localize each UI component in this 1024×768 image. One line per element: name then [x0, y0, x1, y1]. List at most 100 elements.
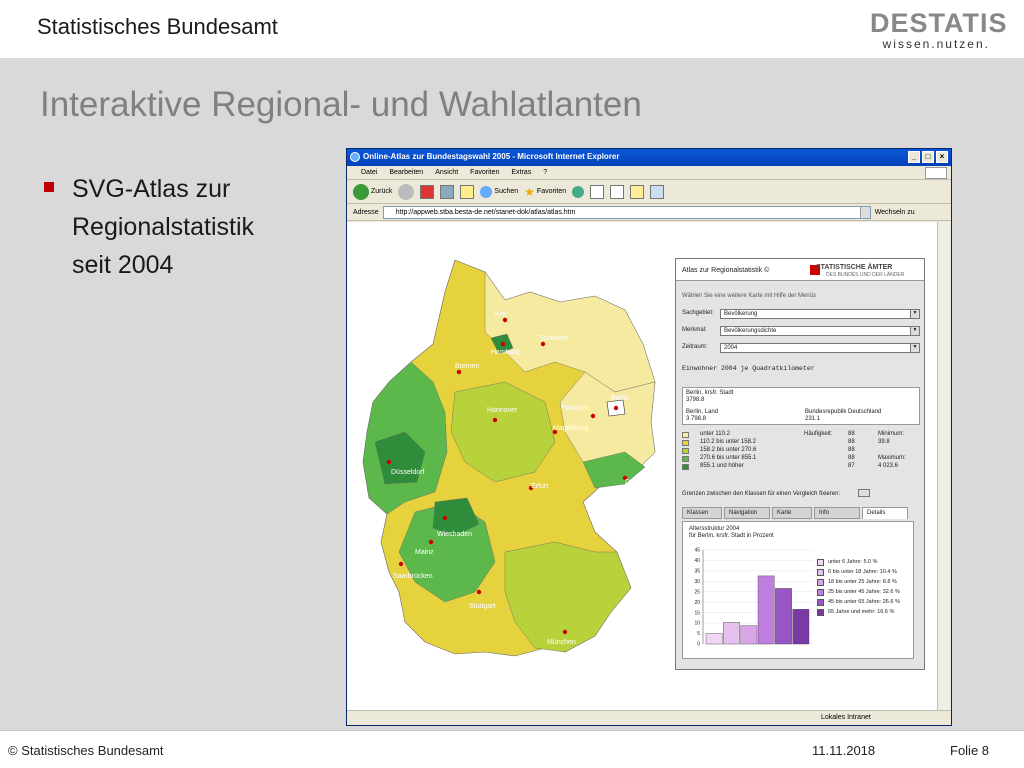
city-label: Mainz — [415, 549, 434, 556]
status-bar: Lokales Intranet — [347, 710, 951, 725]
city-label: Berlin — [611, 395, 629, 402]
age-legend-row: 45 bis unter 65 Jahre: 26.6 % — [817, 598, 911, 608]
menu-datei[interactable]: Datei — [361, 169, 377, 179]
destatis-logo: DESTATIS wissen.nutzen. — [870, 8, 1007, 52]
bullet-line: Regionalstatistik — [72, 213, 255, 241]
menu-hint: Wählen Sie eine weitere Karte mit Hilfe … — [682, 293, 817, 299]
legend-row[interactable]: 110.2 bis unter 158.2 88 39.8 — [682, 439, 920, 447]
mail-icon[interactable] — [590, 184, 605, 199]
forward-arrow-icon[interactable] — [398, 183, 415, 200]
browser-content: Kiel Hamburg Schwerin Bremen Hannover Po… — [347, 222, 937, 710]
city-label: Wiesbaden — [437, 531, 472, 538]
y-tick-label: 40 — [694, 558, 700, 564]
city-label: Magdeburg — [553, 425, 589, 432]
slide-footer: © Statistisches Bundesamt 11.11.2018 Fol… — [0, 730, 1024, 768]
city-label: Hannover — [487, 407, 518, 414]
legend-swatch — [682, 464, 689, 470]
age-legend-row: 6 bis unter 18 Jahre: 10.4 % — [817, 568, 911, 578]
address-input[interactable]: http://appweb.stba.besta-de.net/stanet-d… — [382, 205, 871, 219]
legend-row[interactable]: unter 110.2 Häufigkeit: 88 Minimum: — [682, 431, 920, 439]
bullet-line: SVG-Atlas zur — [72, 175, 231, 203]
y-tick-label: 30 — [694, 579, 700, 585]
windows-logo-icon — [925, 167, 947, 179]
zeitraum-select[interactable]: 2004 ▼ — [720, 343, 920, 353]
legend-swatch — [682, 432, 689, 438]
brd-value: 231.1 — [805, 416, 821, 422]
city-label: Potsdam — [561, 405, 589, 412]
chevron-down-icon[interactable] — [859, 206, 870, 218]
go-button[interactable]: Wechseln zu — [875, 209, 915, 216]
age-bar[interactable] — [775, 588, 792, 645]
age-bar[interactable] — [705, 633, 723, 645]
age-legend-row: 18 bis unter 25 Jahre: 8.8 % — [817, 578, 911, 588]
menu-extras[interactable]: Extras — [511, 169, 531, 179]
print-icon[interactable] — [610, 184, 625, 199]
tab-details[interactable]: Details — [862, 507, 908, 519]
region-name: Berlin, krsfr. Stadt — [686, 390, 734, 396]
search-icon — [480, 185, 493, 198]
history-icon[interactable] — [572, 185, 585, 198]
age-legend-label: 25 bis unter 45 Jahre: 32.6 % — [828, 589, 900, 595]
age-legend-row: 25 bis unter 45 Jahre: 32.6 % — [817, 588, 911, 598]
city-label: Düsseldorf — [391, 469, 425, 476]
city-label: Schwerin — [539, 335, 568, 342]
menu-help[interactable]: ? — [543, 169, 547, 179]
details-title: Altersstruktur 2004 für Berlin, krsfr. S… — [689, 526, 774, 539]
org-line-2: DES BUNDES UND DER LÄNDER — [826, 272, 905, 278]
folder-icon[interactable] — [630, 184, 645, 199]
y-tick-label: 15 — [694, 610, 700, 616]
chevron-down-icon: ▼ — [910, 327, 919, 335]
y-tick-label: 0 — [697, 642, 700, 648]
home-icon[interactable] — [460, 184, 475, 199]
merkmal-row: Merkmal: Bevölkerungsdichte ▼ — [682, 326, 920, 336]
age-bar[interactable] — [792, 609, 810, 645]
tab-karte[interactable]: Karte — [772, 507, 812, 519]
sachgebiet-select[interactable]: Bevölkerung ▼ — [720, 309, 920, 319]
zeitraum-row: Zeitraum: 2004 ▼ — [682, 343, 920, 353]
age-legend-label: 6 bis unter 18 Jahre: 10.4 % — [828, 569, 897, 575]
menu-ansicht[interactable]: Ansicht — [435, 169, 458, 179]
city-label: Hamburg — [491, 349, 520, 356]
merkmal-select[interactable]: Bevölkerungsdichte ▼ — [720, 326, 920, 336]
legend-row[interactable]: 158.2 bis unter 270.6 88 — [682, 447, 920, 455]
refresh-icon[interactable] — [440, 184, 455, 199]
y-tick-label: 5 — [697, 631, 700, 637]
vertical-scrollbar[interactable] — [937, 222, 950, 710]
legend-swatch — [817, 589, 824, 596]
y-tick-label: 20 — [694, 600, 700, 606]
panel-tabs: Klassen Navigation Karte Info Details — [676, 507, 926, 519]
menu-favoriten[interactable]: Favoriten — [470, 169, 499, 179]
fix-classes-label: Grenzen zwischen den Klassen für einen V… — [682, 491, 841, 497]
germany-map[interactable]: Kiel Hamburg Schwerin Bremen Hannover Po… — [355, 252, 685, 682]
close-icon[interactable]: × — [936, 151, 948, 163]
age-legend-label: unter 6 Jahre: 5.0 % — [828, 559, 878, 565]
brd-name: Bundesrepublik Deutschland — [805, 409, 882, 415]
logo-word: DESTATIS — [870, 8, 1008, 38]
chevron-down-icon: ▼ — [910, 344, 919, 352]
city-label: München — [547, 639, 576, 646]
age-legend-label: 45 bis unter 65 Jahre: 26.6 % — [828, 599, 900, 605]
age-bar[interactable] — [740, 625, 758, 645]
age-bar[interactable] — [723, 622, 740, 645]
menu-bearbeiten[interactable]: Bearbeiten — [389, 169, 423, 179]
search-button[interactable]: Suchen — [480, 185, 518, 198]
address-bar: Adresse http://appweb.stba.besta-de.net/… — [347, 204, 951, 221]
y-tick-label: 10 — [694, 621, 700, 627]
legend-swatch — [817, 609, 824, 616]
back-button[interactable]: Zurück — [353, 183, 392, 200]
legend-row[interactable]: 270.6 bis unter 855.1 88 Maximum: — [682, 455, 920, 463]
city-label: Saarbrücken — [393, 573, 433, 580]
messenger-icon[interactable] — [650, 184, 665, 199]
favorites-button[interactable]: ★ Favoriten — [524, 185, 566, 199]
minimize-icon[interactable]: _ — [908, 151, 920, 163]
land-name: Berlin, Land — [686, 409, 719, 415]
stop-icon[interactable] — [420, 184, 435, 199]
age-bar[interactable] — [757, 575, 775, 645]
legend-row[interactable]: 855.1 und höher 87 4 023.6 — [682, 463, 920, 471]
fix-classes-button[interactable] — [858, 489, 870, 497]
tab-klassen[interactable]: Klassen — [682, 507, 722, 519]
footer-copyright: © Statistisches Bundesamt — [8, 743, 164, 758]
tab-navigation[interactable]: Navigation — [724, 507, 770, 519]
maximize-icon[interactable]: □ — [922, 151, 934, 163]
tab-info[interactable]: Info — [814, 507, 860, 519]
